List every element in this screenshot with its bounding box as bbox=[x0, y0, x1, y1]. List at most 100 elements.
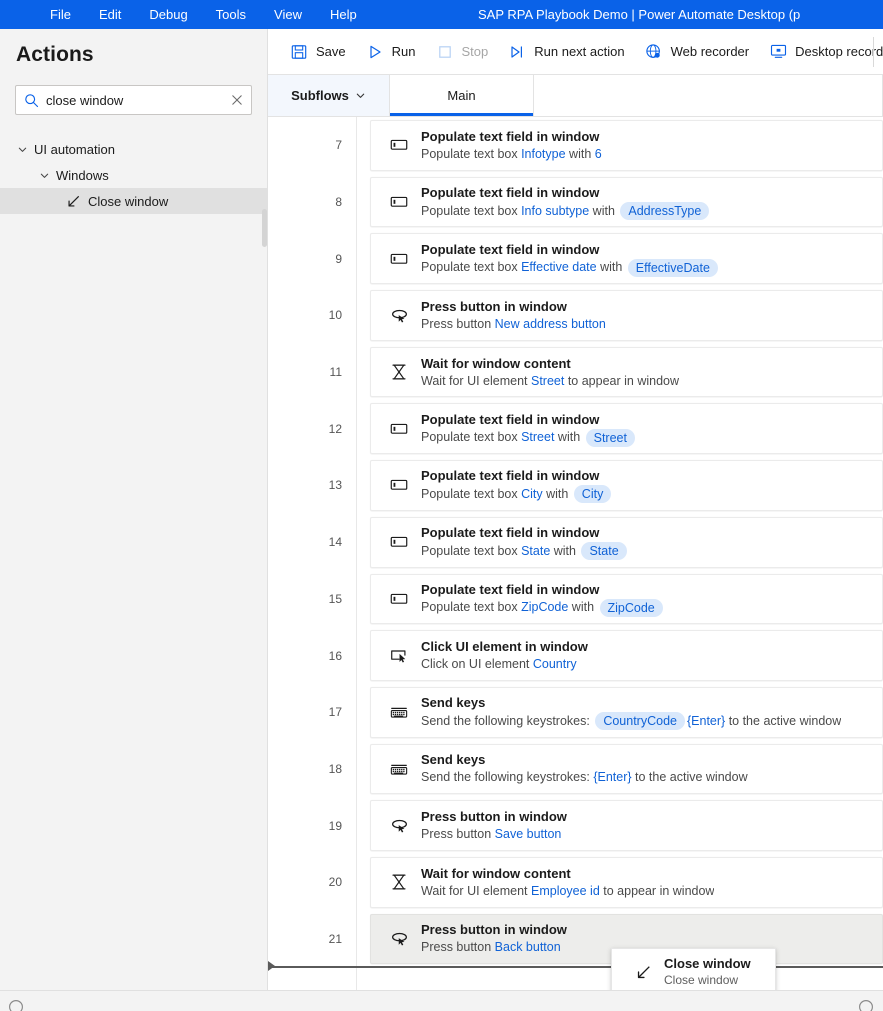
action-param-link: State bbox=[521, 543, 551, 558]
action-card-description: Populate text box ZipCode with ZipCode bbox=[421, 598, 665, 617]
tree-group-windows[interactable]: Windows bbox=[0, 162, 268, 188]
action-text: Press button bbox=[421, 316, 495, 331]
action-param-link: Back button bbox=[494, 940, 561, 955]
action-card[interactable]: Press button in window Press button New a… bbox=[370, 290, 883, 341]
action-text: Populate text box bbox=[421, 430, 522, 445]
flow-row-number: 10 bbox=[328, 308, 342, 323]
action-card[interactable]: Populate text field in window Populate te… bbox=[370, 516, 883, 568]
clear-search-icon[interactable] bbox=[223, 94, 251, 106]
action-card-description: Send the following keystrokes: CountryCo… bbox=[421, 712, 842, 731]
flow-action-list[interactable]: 7 Populate text field in window Populate t… bbox=[268, 117, 883, 990]
flow-row[interactable]: 9 Populate text field in window Populate t… bbox=[268, 230, 883, 287]
stop-button[interactable]: Stop bbox=[425, 35, 498, 69]
status-right-icon[interactable] bbox=[858, 999, 874, 1011]
menu-tools[interactable]: Tools bbox=[202, 0, 260, 29]
toolbar-divider bbox=[873, 37, 874, 67]
action-card-title: Press button in window bbox=[421, 809, 567, 825]
save-button[interactable]: Save bbox=[279, 35, 355, 69]
menu-help[interactable]: Help bbox=[316, 0, 371, 29]
action-card-text: Wait for window content Wait for UI eleme… bbox=[421, 355, 679, 390]
power-automate-desktop-window: File Edit Debug Tools View Help SAP RPA … bbox=[0, 0, 883, 1011]
menu-file[interactable]: File bbox=[36, 0, 85, 29]
send-keys-icon bbox=[383, 702, 415, 722]
action-card-text: Populate text field in window Populate te… bbox=[421, 241, 720, 277]
action-card[interactable]: Populate text field in window Populate te… bbox=[370, 120, 883, 171]
search-icon bbox=[16, 93, 46, 108]
actions-search-box[interactable] bbox=[15, 85, 252, 115]
flow-row-number: 19 bbox=[328, 818, 342, 833]
tree-item-label: Close window bbox=[88, 193, 169, 209]
action-text: to the active window bbox=[725, 713, 842, 728]
action-card-title: Send keys bbox=[421, 752, 486, 768]
action-card-text: Press button in window Press button Save … bbox=[421, 808, 567, 843]
action-param-link: Info subtype bbox=[521, 203, 590, 218]
actions-pane: Actions UI automation Windows bbox=[0, 29, 268, 990]
action-text: Click on UI element bbox=[421, 657, 533, 672]
action-card-text: Populate text field in window Populate te… bbox=[421, 184, 711, 221]
flow-row[interactable]: 15 Populate text field in window Populate … bbox=[268, 571, 883, 628]
action-card-description: Populate text box Effective date with Ef… bbox=[421, 258, 720, 277]
tree-group-ui-automation[interactable]: UI automation bbox=[0, 136, 268, 162]
action-card[interactable]: Wait for window content Wait for UI eleme… bbox=[370, 856, 883, 908]
action-param-link: Street bbox=[531, 373, 565, 388]
tree-item-close-window[interactable]: Close window bbox=[0, 188, 268, 214]
flow-row[interactable]: 8 Populate text field in window Populate t… bbox=[268, 174, 883, 231]
flow-row[interactable]: 21 Press button in window Press button Bac… bbox=[268, 911, 883, 968]
action-text: Populate text box bbox=[421, 600, 522, 615]
tab-main[interactable]: Main bbox=[390, 75, 534, 116]
flow-row-number: 21 bbox=[328, 931, 342, 946]
flow-row[interactable]: 10 Press button in window Press button New… bbox=[268, 287, 883, 344]
action-card[interactable]: Click UI element in window Click on UI el… bbox=[370, 630, 883, 681]
action-text: with bbox=[550, 543, 580, 558]
tab-subflows-label: Subflows bbox=[291, 88, 349, 103]
flow-row-number: 13 bbox=[328, 478, 342, 493]
save-icon bbox=[288, 44, 310, 60]
action-card-description: Populate text box State with State bbox=[421, 542, 629, 561]
action-card[interactable]: Populate text field in window Populate te… bbox=[370, 460, 883, 511]
actions-pane-title: Actions bbox=[16, 43, 94, 66]
flow-row[interactable]: 18 Send keys Send the following keystrokes… bbox=[268, 741, 883, 798]
status-left-icon[interactable] bbox=[8, 999, 24, 1011]
flow-row[interactable]: 13 Populate text field in window Populate … bbox=[268, 457, 883, 514]
action-card[interactable]: Populate text field in window Populate te… bbox=[370, 573, 883, 625]
menu-debug[interactable]: Debug bbox=[135, 0, 201, 29]
run-button[interactable]: Run bbox=[355, 35, 425, 69]
flow-row[interactable]: 7 Populate text field in window Populate t… bbox=[268, 117, 883, 174]
flow-row[interactable]: 19 Press button in window Press button Sav… bbox=[268, 797, 883, 854]
action-card[interactable]: Populate text field in window Populate te… bbox=[370, 176, 883, 228]
action-card-text: Send keys Send the following keystrokes: … bbox=[421, 694, 842, 731]
menu-view[interactable]: View bbox=[260, 0, 316, 29]
action-card[interactable]: Send keys Send the following keystrokes: … bbox=[370, 743, 883, 795]
action-card-title: Populate text field in window bbox=[421, 411, 600, 427]
send-keys-icon bbox=[383, 759, 415, 779]
action-card[interactable]: Populate text field in window Populate te… bbox=[370, 233, 883, 285]
flow-row[interactable]: 20 Wait for window content Wait for UI ele… bbox=[268, 854, 883, 911]
action-card[interactable]: Populate text field in window Populate te… bbox=[370, 403, 883, 455]
run-next-action-button[interactable]: Run next action bbox=[497, 35, 633, 69]
populate-text-field-icon bbox=[383, 249, 415, 269]
click-ui-element-icon bbox=[383, 646, 415, 666]
action-text: Populate text box bbox=[421, 260, 522, 275]
action-card-text: Populate text field in window Populate te… bbox=[421, 524, 629, 561]
populate-text-field-icon bbox=[383, 475, 415, 495]
menu-edit[interactable]: Edit bbox=[85, 0, 135, 29]
flow-row[interactable]: 16 Click UI element in window Click on UI … bbox=[268, 627, 883, 684]
desktop-recorder-button[interactable]: Desktop recorder bbox=[758, 35, 883, 69]
drag-ghost-subtitle: Close window bbox=[664, 973, 739, 987]
web-recorder-button[interactable]: Web recorder bbox=[634, 35, 759, 69]
flow-row[interactable]: 12 Populate text field in window Populate … bbox=[268, 400, 883, 457]
action-param-link: Street bbox=[521, 430, 555, 445]
flow-row[interactable]: 17 Send keys Send the following keystrokes… bbox=[268, 684, 883, 741]
flow-row[interactable]: 11 Wait for window content Wait for UI ele… bbox=[268, 344, 883, 401]
flow-row[interactable]: 14 Populate text field in window Populate … bbox=[268, 514, 883, 571]
flow-row-number: 17 bbox=[328, 705, 342, 720]
search-input[interactable] bbox=[46, 92, 223, 108]
variable-chip: CountryCode bbox=[595, 712, 685, 731]
action-card[interactable]: Send keys Send the following keystrokes: … bbox=[370, 686, 883, 738]
action-card[interactable]: Wait for window content Wait for UI eleme… bbox=[370, 346, 883, 398]
actions-pane-scrollbar[interactable] bbox=[262, 209, 267, 247]
action-card[interactable]: Press button in window Press button Save … bbox=[370, 800, 883, 851]
action-card-title: Click UI element in window bbox=[421, 639, 588, 655]
tab-subflows[interactable]: Subflows bbox=[268, 75, 390, 116]
variable-chip: State bbox=[581, 542, 627, 561]
